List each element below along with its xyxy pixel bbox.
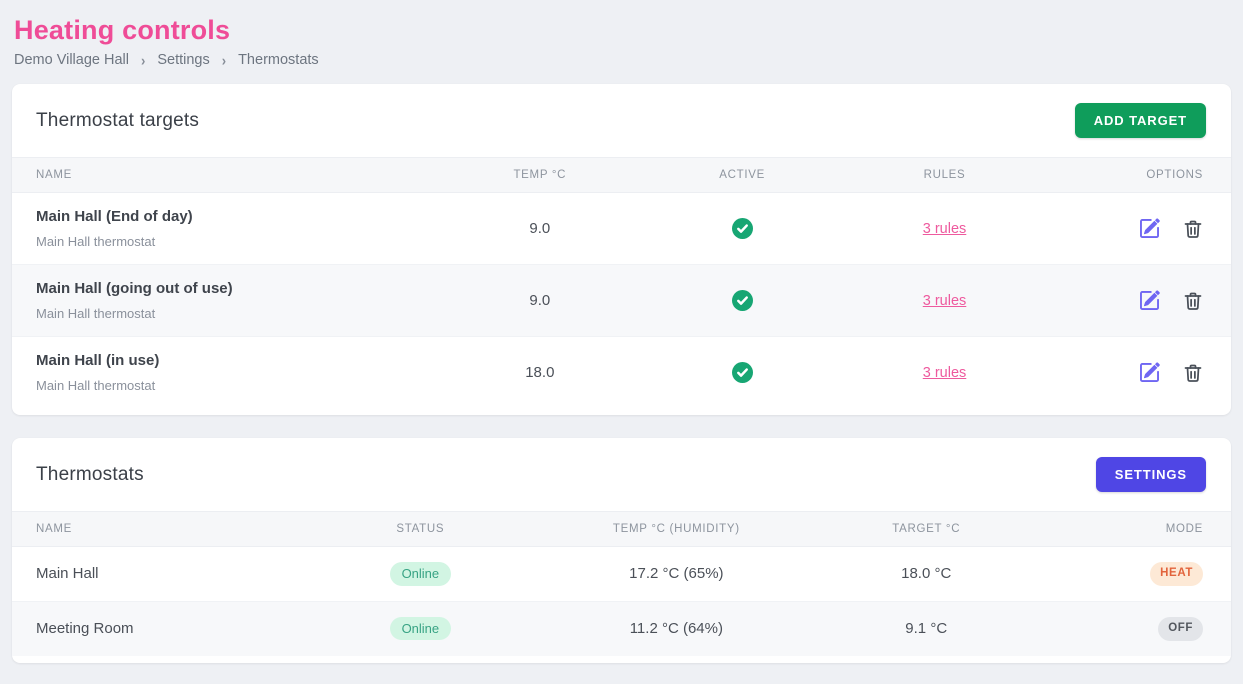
table-row: Main Hall (in use) Main Hall thermostat … — [12, 337, 1231, 409]
table-row: Meeting Room Online 11.2 °C (64%) 9.1 °C… — [12, 601, 1231, 655]
trash-icon[interactable] — [1183, 219, 1203, 239]
target-subtitle: Main Hall thermostat — [36, 378, 415, 393]
active-check-icon — [732, 362, 753, 383]
target-temp: 9.0 — [529, 292, 550, 309]
thermostat-name: Main Hall — [36, 565, 99, 582]
edit-icon[interactable] — [1139, 218, 1160, 239]
target-temp: 18.0 — [525, 364, 554, 381]
mode-badge: HEAT — [1150, 562, 1203, 586]
status-badge: Online — [390, 617, 452, 641]
trash-icon[interactable] — [1183, 291, 1203, 311]
table-row: Main Hall (going out of use) Main Hall t… — [12, 265, 1231, 337]
thermostat-targets-card: Thermostat targets ADD TARGET NAME TEMP … — [12, 84, 1231, 415]
column-header-mode: MODE — [1024, 512, 1231, 547]
breadcrumb-thermostats: Thermostats — [238, 52, 319, 68]
thermostats-card-title: Thermostats — [36, 464, 144, 486]
add-target-button[interactable]: ADD TARGET — [1075, 103, 1206, 138]
column-header-name: NAME — [12, 512, 317, 547]
table-row: Main Hall (End of day) Main Hall thermos… — [12, 193, 1231, 265]
thermostats-table: NAME STATUS TEMP °C (HUMIDITY) TARGET °C… — [12, 511, 1231, 656]
edit-icon[interactable] — [1139, 290, 1160, 311]
target-subtitle: Main Hall thermostat — [36, 234, 415, 249]
target-name: Main Hall (End of day) — [36, 208, 415, 225]
thermostat-target: 9.1 °C — [905, 620, 947, 637]
column-header-temp: TEMP °C (HUMIDITY) — [524, 512, 829, 547]
breadcrumb: Demo Village Hall › Settings › Thermosta… — [14, 52, 1231, 68]
thermostats-card: Thermostats SETTINGS NAME STATUS TEMP °C… — [12, 438, 1231, 663]
column-header-options: OPTIONS — [1046, 158, 1231, 193]
rules-link[interactable]: 3 rules — [923, 221, 967, 237]
thermostat-temp: 11.2 °C (64%) — [630, 620, 723, 637]
targets-card-header: Thermostat targets ADD TARGET — [12, 84, 1231, 157]
active-check-icon — [732, 218, 753, 239]
target-subtitle: Main Hall thermostat — [36, 306, 415, 321]
target-temp: 9.0 — [529, 220, 550, 237]
target-name: Main Hall (in use) — [36, 352, 415, 369]
column-header-target: TARGET °C — [829, 512, 1024, 547]
targets-table: NAME TEMP °C ACTIVE RULES OPTIONS Main H… — [12, 157, 1231, 408]
mode-badge: OFF — [1158, 617, 1203, 641]
active-check-icon — [732, 290, 753, 311]
thermostat-temp: 17.2 °C (65%) — [629, 565, 723, 582]
target-name: Main Hall (going out of use) — [36, 280, 415, 297]
rules-link[interactable]: 3 rules — [923, 293, 967, 309]
settings-button[interactable]: SETTINGS — [1096, 457, 1206, 492]
thermostat-target: 18.0 °C — [901, 565, 951, 582]
column-header-name: NAME — [12, 158, 439, 193]
thermostats-card-header: Thermostats SETTINGS — [12, 438, 1231, 511]
chevron-right-icon: › — [141, 51, 145, 68]
trash-icon[interactable] — [1183, 363, 1203, 383]
page: Heating controls Demo Village Hall › Set… — [0, 0, 1243, 663]
page-title: Heating controls — [14, 15, 1231, 46]
table-row: Main Hall Online 17.2 °C (65%) 18.0 °C H… — [12, 547, 1231, 602]
column-header-active: ACTIVE — [641, 158, 843, 193]
column-header-temp: TEMP °C — [439, 158, 641, 193]
rules-link[interactable]: 3 rules — [923, 365, 967, 381]
targets-table-header-row: NAME TEMP °C ACTIVE RULES OPTIONS — [12, 158, 1231, 193]
thermostats-table-header-row: NAME STATUS TEMP °C (HUMIDITY) TARGET °C… — [12, 512, 1231, 547]
edit-icon[interactable] — [1139, 362, 1160, 383]
chevron-right-icon: › — [222, 51, 226, 68]
breadcrumb-demo-village-hall[interactable]: Demo Village Hall — [14, 52, 129, 68]
status-badge: Online — [390, 562, 452, 586]
thermostat-name: Meeting Room — [36, 620, 134, 637]
breadcrumb-settings[interactable]: Settings — [157, 52, 209, 68]
targets-card-title: Thermostat targets — [36, 110, 199, 132]
column-header-rules: RULES — [843, 158, 1045, 193]
column-header-status: STATUS — [317, 512, 524, 547]
